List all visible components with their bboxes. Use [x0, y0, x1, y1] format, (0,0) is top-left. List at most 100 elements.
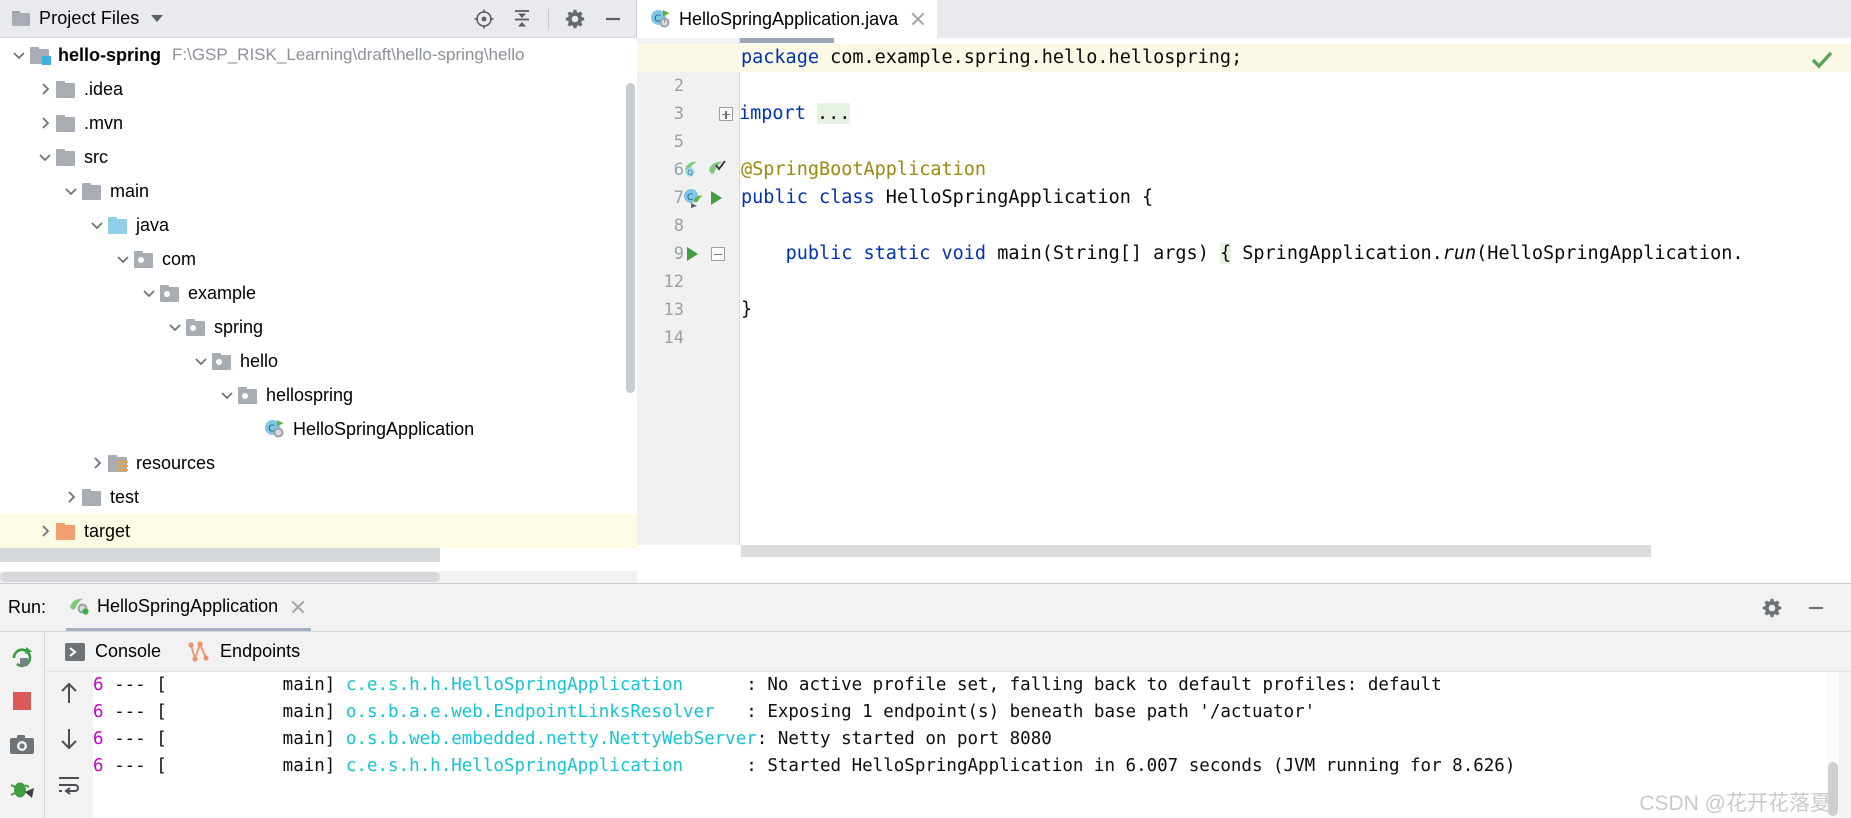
stop-icon[interactable] [7, 686, 37, 716]
screenshot-icon[interactable] [7, 730, 37, 760]
tree-node-target[interactable]: target [0, 514, 637, 548]
debug-icon[interactable] [7, 774, 37, 804]
tree-node-com[interactable]: com [0, 242, 637, 276]
log-logger: c.e.s.h.h.HelloSpringApplication [335, 675, 684, 695]
tree-node-hello-spring[interactable]: hello-spring F:\GSP_RISK_Learning\draft\h… [0, 38, 637, 72]
scrollbar-thumb[interactable] [1828, 762, 1838, 816]
chevron-down-icon[interactable] [8, 38, 30, 72]
console-output[interactable]: 6 --- [ main] c.e.s.h.h.HelloSpringAppli… [93, 672, 1839, 818]
minimize-icon[interactable] [596, 4, 630, 34]
scrollbar-thumb[interactable] [0, 572, 440, 582]
chevron-down-icon[interactable] [216, 378, 238, 412]
bean-icon[interactable]: Q [683, 156, 705, 184]
run-tab-endpoints[interactable]: Endpoints [187, 640, 300, 663]
fold-expand-icon[interactable] [719, 107, 733, 121]
collapse-all-icon[interactable] [505, 4, 539, 34]
target-locate-icon[interactable] [467, 4, 501, 34]
intellij-idea-window: Project Files hello-spring F:\GSP_RISK_L… [0, 0, 1851, 818]
tree-vertical-scrollbar[interactable] [626, 83, 635, 393]
tree-horizontal-scrollbar[interactable] [0, 571, 637, 583]
editor-tab-hellospringapplication[interactable]: C HelloSpringApplication.java [637, 0, 938, 38]
chevron-right-icon[interactable] [60, 480, 82, 514]
tree-node-hello[interactable]: hello [0, 344, 637, 378]
tree-node--mvn[interactable]: .mvn [0, 106, 637, 140]
close-icon[interactable] [909, 10, 927, 28]
chevron-down-icon[interactable] [60, 174, 82, 208]
scrollbar-thumb[interactable] [741, 545, 1651, 557]
log-logger: c.e.s.h.h.HelloSpringApplication [335, 756, 684, 776]
tree-node-label: target [84, 520, 131, 541]
tree-node-spring[interactable]: spring [0, 310, 637, 344]
code-line[interactable]: @SpringBootApplication [741, 156, 986, 184]
close-icon[interactable] [290, 598, 307, 615]
scroll-down-icon[interactable] [54, 724, 84, 754]
gear-icon[interactable] [558, 4, 592, 34]
chevron-down-icon[interactable] [190, 344, 212, 378]
line-number: 2 [673, 76, 684, 96]
chevron-right-icon[interactable] [34, 106, 56, 140]
tree-node-main[interactable]: main [0, 174, 637, 208]
code-token: main [997, 243, 1042, 264]
soft-wrap-icon[interactable] [54, 770, 84, 800]
tree-node-java[interactable]: java [0, 208, 637, 242]
rerun-icon[interactable] [7, 642, 37, 672]
log-dashes: --- [ [103, 675, 167, 695]
editor-horizontal-scrollbar[interactable] [741, 545, 1851, 557]
chevron-down-icon[interactable] [86, 208, 108, 242]
run-configuration-tab[interactable]: HelloSpringApplication [66, 584, 312, 631]
console-log-line: 6 --- [ main] c.e.s.h.h.HelloSpringAppli… [93, 672, 1839, 699]
code-token: static [863, 243, 931, 264]
tree-node-resources[interactable]: resources [0, 446, 637, 480]
run-left-toolbar [0, 632, 45, 818]
code-token: class [818, 187, 875, 208]
tree-node-hellospring[interactable]: hellospring [0, 378, 637, 412]
tree-node-label: src [84, 146, 108, 167]
tree-node-label: HelloSpringApplication [293, 418, 475, 439]
scroll-up-icon[interactable] [54, 678, 84, 708]
toolbar-divider [548, 8, 549, 29]
log-pad [683, 756, 746, 776]
run-configuration-name: HelloSpringApplication [97, 595, 279, 616]
project-file-tree[interactable]: hello-spring F:\GSP_RISK_Learning\draft\h… [0, 38, 637, 583]
run-icon[interactable] [683, 240, 705, 268]
tree-node--idea[interactable]: .idea [0, 72, 637, 106]
run-tab-console[interactable]: Console [64, 641, 161, 662]
code-line[interactable]: package com.example.spring.hello.hellosp… [741, 44, 1242, 72]
chevron-down-icon[interactable] [164, 310, 186, 344]
console-log-line: 6 --- [ main] c.e.s.h.h.HelloSpringAppli… [93, 753, 1839, 780]
log-dashes: --- [ [103, 756, 167, 776]
minimize-icon[interactable] [1799, 593, 1833, 623]
chevron-down-icon[interactable] [112, 242, 134, 276]
tree-node-partial-selected[interactable] [0, 548, 440, 562]
chevron-down-icon[interactable] [138, 276, 160, 310]
chevron-right-icon[interactable] [34, 72, 56, 106]
chevron-down-icon[interactable] [34, 140, 56, 174]
chevron-right-icon[interactable] [34, 514, 56, 548]
code-editor[interactable]: 12356Q7C89121314 package com.example.spr… [637, 38, 1851, 583]
code-token: public [785, 243, 853, 264]
line-number: 12 [663, 272, 684, 292]
gear-icon[interactable] [1755, 593, 1789, 623]
fold-collapse-icon[interactable] [711, 247, 725, 261]
code-line[interactable]: public class HelloSpringApplication { [741, 184, 1153, 212]
code-token: (String[] args) [1041, 243, 1220, 264]
run-icon[interactable] [707, 184, 729, 212]
code-line[interactable]: } [741, 296, 752, 324]
code-text-area[interactable]: package com.example.spring.hello.hellosp… [637, 38, 1851, 545]
tree-node-example[interactable]: example [0, 276, 637, 310]
tree-node-hellospringapplication[interactable]: C HelloSpringApplication [0, 412, 637, 446]
console-vertical-scrollbar[interactable] [1827, 672, 1839, 818]
tree-node-test[interactable]: test [0, 480, 637, 514]
code-line[interactable]: public static void main(String[] args) {… [711, 240, 1743, 268]
code-line[interactable]: import ... [719, 100, 851, 128]
spring-boot-icon[interactable]: C [683, 184, 705, 212]
log-time: 6 [93, 756, 104, 776]
chevron-right-icon[interactable] [86, 446, 108, 480]
tree-node-label: hello-spring [58, 44, 161, 65]
chevron-down-icon[interactable] [151, 15, 164, 22]
tree-node-src[interactable]: src [0, 140, 637, 174]
ok-check-icon[interactable] [1809, 47, 1835, 73]
endpoints-icon [187, 640, 211, 663]
spring-bean-check-icon[interactable] [707, 156, 729, 184]
